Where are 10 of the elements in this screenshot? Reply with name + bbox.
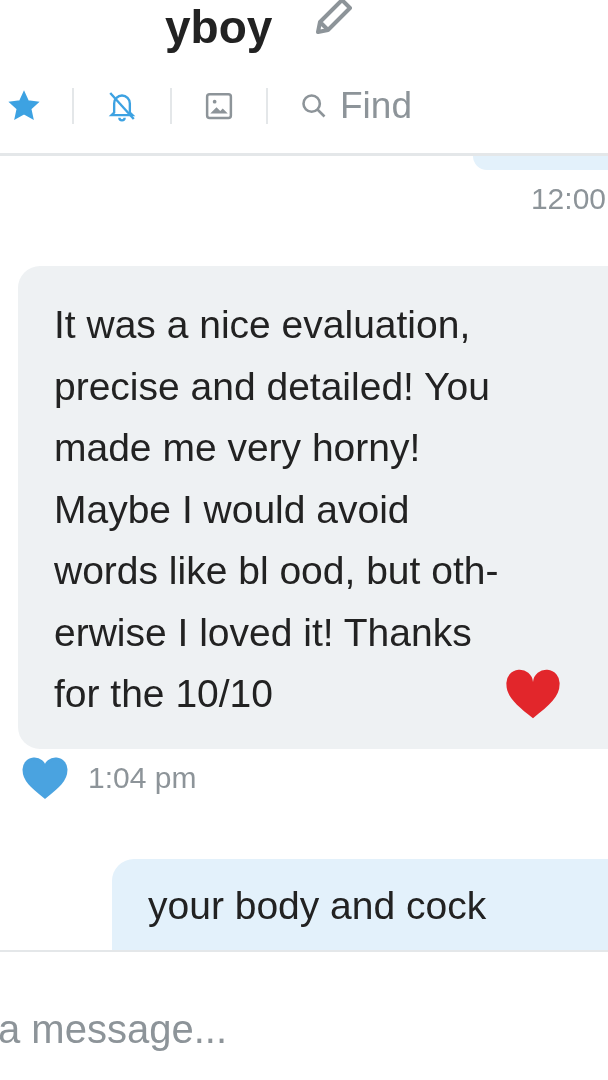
- image-icon[interactable]: [204, 90, 234, 121]
- star-icon[interactable]: [8, 89, 40, 122]
- message-input[interactable]: a message...: [0, 1007, 606, 1080]
- heart-icon[interactable]: [22, 756, 68, 799]
- message-time: 12:00: [530, 182, 606, 216]
- message-text: your body and cock: [148, 883, 487, 927]
- find-button[interactable]: Find: [300, 84, 412, 127]
- message-time: 1:04 pm: [88, 760, 197, 795]
- search-icon: [300, 91, 328, 120]
- message-text: It was a nice evaluation, precise and detailed! You made me very horny! Maybe I would avoid words like bl ood, but oth- erwise I loved it! Thanks for the 10/10: [54, 302, 499, 717]
